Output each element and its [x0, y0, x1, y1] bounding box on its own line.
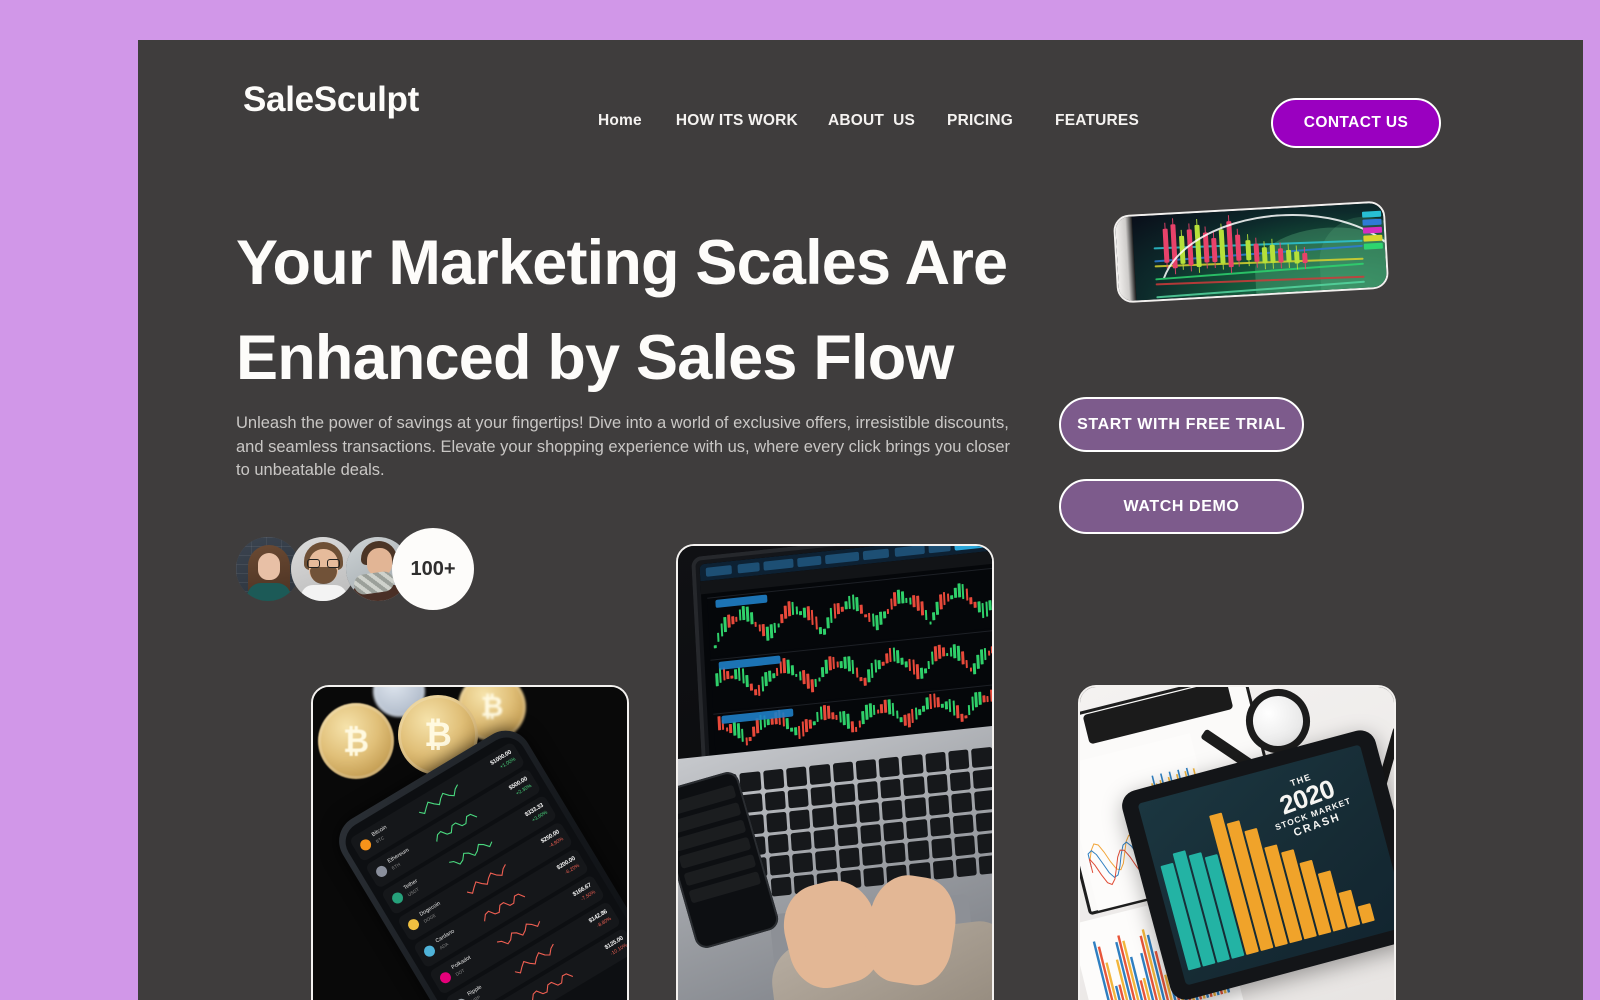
coin-name: Polkadot DOT	[450, 954, 473, 978]
price-ticks	[1361, 210, 1384, 252]
watch-demo-button[interactable]: WATCH DEMO	[1059, 479, 1304, 534]
coin-price: $500.00 +2.30%	[508, 776, 533, 797]
phone-trading-chart[interactable]	[1112, 200, 1390, 304]
screen: SaleSculpt Home HOW ITS WORK ABOUT US PR…	[0, 0, 1600, 1000]
candlestick-chart-image	[1131, 202, 1390, 301]
tablet-report-card[interactable]: THE 2020 STOCK MARKET CRASH	[1078, 685, 1396, 1000]
coin-name: Dogecoin DOGE	[418, 900, 442, 924]
coin-name: Cardano ADA	[434, 928, 456, 951]
coin-price: $142.86 -8.80%	[588, 909, 613, 930]
coin-name: Ripple XRP	[466, 984, 484, 1000]
nav-item-how-its-work[interactable]: HOW ITS WORK	[676, 112, 798, 130]
stock-crash-chart: THE 2020 STOCK MARKET CRASH	[1137, 744, 1394, 986]
site-header: SaleSculpt Home HOW ITS WORK ABOUT US PR…	[138, 40, 1583, 205]
nav-item-about-us[interactable]: ABOUT US	[828, 112, 915, 130]
laptop-trading-image	[678, 546, 992, 1000]
nav-item-home[interactable]: Home	[598, 112, 642, 130]
coin-icon	[405, 917, 422, 933]
coin-icon	[374, 863, 390, 879]
hero-headline: Your Marketing Scales Are Enhanced by Sa…	[236, 228, 1008, 393]
bitcoin-icon: ₿	[318, 703, 394, 779]
coin-name: Ethereum ETH	[386, 847, 411, 871]
coin-price: $166.67 -7.50%	[572, 882, 597, 903]
coin-price: $1000.00 +1.00%	[489, 749, 517, 771]
coin-icon	[358, 837, 374, 853]
coin-price: $333.33 +3.60%	[524, 802, 549, 824]
hero-subcopy: Unleash the power of savings at your fin…	[236, 414, 1011, 479]
chart-bar	[1357, 903, 1375, 924]
coin-name: Bitcoin BTC	[370, 824, 389, 845]
chart-title: THE 2020 STOCK MARKET CRASH	[1246, 756, 1371, 850]
coin-icon	[421, 943, 438, 959]
brand-logo[interactable]: SaleSculpt	[243, 80, 419, 120]
nav-item-features[interactable]: FEATURES	[1055, 112, 1139, 130]
contact-us-button[interactable]: CONTACT US	[1271, 98, 1441, 148]
crypto-watchlist: Bitcoin BTC $1000.00 +1.00% Ethereum ETH $500.…	[338, 730, 629, 1000]
hero-panel: SaleSculpt Home HOW ITS WORK ABOUT US PR…	[138, 40, 1583, 1000]
coin-price: $250.00 -4.90%	[540, 829, 565, 850]
tablet-report-image: THE 2020 STOCK MARKET CRASH	[1080, 687, 1394, 1000]
crypto-phone-card[interactable]: ₿ ₿ ₿ Bitcoin BTC $1000.00 +1.00% Ethereum ET…	[311, 685, 629, 1000]
coin-price: $125.00 -10.10%	[604, 935, 629, 958]
laptop-trading-card[interactable]	[676, 544, 994, 1000]
user-count-badge[interactable]: 100+	[392, 528, 474, 610]
crypto-phone-image: ₿ ₿ ₿ Bitcoin BTC $1000.00 +1.00% Ethereum ET…	[313, 687, 627, 1000]
coin-name: Tether USDT	[402, 878, 420, 898]
coin-icon	[390, 890, 406, 906]
coin-icon	[437, 970, 454, 986]
coin-price: $200.00 -6.20%	[556, 855, 581, 877]
main-navigation: Home HOW ITS WORK ABOUT US PRICING FEATU…	[598, 112, 1139, 130]
nav-item-pricing[interactable]: PRICING	[947, 112, 1013, 130]
start-free-trial-button[interactable]: START WITH FREE TRIAL	[1059, 397, 1304, 452]
glasses-icon	[307, 559, 340, 568]
